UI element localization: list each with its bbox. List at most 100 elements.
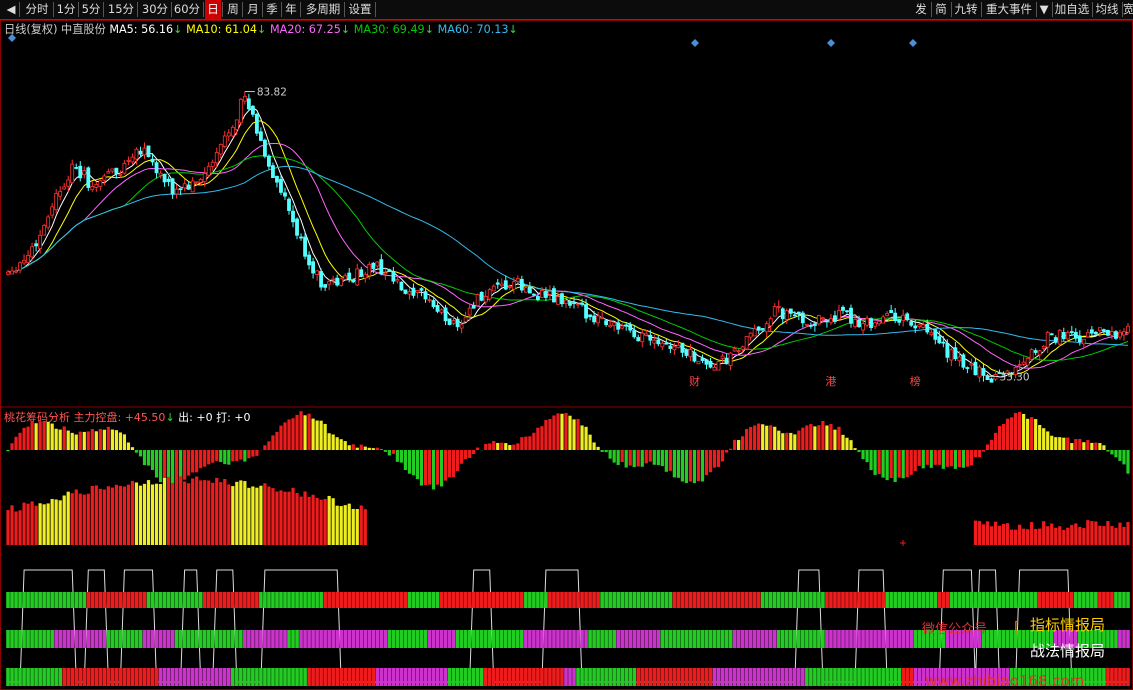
oscillator-bar <box>588 434 592 450</box>
strip-cell <box>909 592 914 608</box>
candle-body <box>708 360 713 368</box>
strip-cell <box>660 668 665 686</box>
oscillator-bar <box>741 436 745 450</box>
strip-cell <box>483 668 488 686</box>
ma10-line <box>7 120 1129 376</box>
strip-cell <box>624 592 629 608</box>
toolbar-season-button[interactable]: 季 <box>264 0 280 19</box>
strip-cell <box>1025 630 1030 648</box>
strip-cell <box>600 668 604 686</box>
strip-cell <box>516 668 520 686</box>
strip-cell <box>106 668 111 686</box>
toolbar-fenshi-button[interactable]: 分时 <box>22 0 52 19</box>
toolbar-junxian-button[interactable]: 均线 <box>1093 0 1121 19</box>
toolbar-dropdown-button[interactable]: ▼ <box>1037 0 1051 19</box>
toolbar-day-button[interactable]: 日 <box>205 0 221 19</box>
strip-cell <box>226 592 231 608</box>
chip-bar <box>114 484 118 545</box>
candle-body <box>439 309 444 313</box>
candle-body <box>941 341 946 344</box>
strip-cell <box>1090 668 1094 686</box>
oscillator-bar <box>909 450 913 475</box>
strip-cell <box>1110 592 1114 608</box>
strip-cell <box>1118 630 1122 648</box>
strip-cell <box>303 630 307 648</box>
toolbar-jian-button[interactable]: 简 <box>932 0 950 19</box>
toolbar-multi-button[interactable]: 多周期 <box>303 0 343 19</box>
oscillator-bar <box>335 437 339 450</box>
strip-cell <box>503 668 508 686</box>
oscillator-bar <box>375 447 379 450</box>
strip-cell <box>231 592 235 608</box>
candle-body <box>564 299 568 304</box>
candle-body <box>760 328 765 330</box>
toolbar-m1-button[interactable]: 1分 <box>55 0 77 19</box>
toolbar-m15-button[interactable]: 15分 <box>106 0 136 19</box>
strip-cell <box>367 668 372 686</box>
strip-cell <box>857 592 861 608</box>
strip-cell <box>110 668 115 686</box>
strip-cell <box>740 668 745 686</box>
strip-cell <box>347 668 352 686</box>
strip-cell <box>423 668 428 686</box>
candle-body <box>704 359 709 365</box>
strip-cell <box>263 592 267 608</box>
toolbar-addfav-button[interactable]: 加自选 <box>1053 0 1091 19</box>
chip-bar <box>1126 522 1130 545</box>
strip-cell <box>218 668 223 686</box>
candle-body <box>234 119 239 130</box>
oscillator-bar <box>1022 413 1026 450</box>
oscillator-bar <box>191 450 195 473</box>
strip-cell <box>62 630 67 648</box>
toolbar-week-button[interactable]: 周 <box>225 0 241 19</box>
toolbar-back-button[interactable]: ◀ <box>4 0 18 19</box>
chip-bar <box>223 478 227 545</box>
strip-cell <box>941 592 946 608</box>
strip-cell <box>339 630 343 648</box>
toolbar-separator <box>344 2 345 17</box>
strip-cell <box>768 668 773 686</box>
oscillator-bar <box>343 441 347 450</box>
toolbar-events-button[interactable]: 重大事件 <box>983 0 1035 19</box>
strip-cell <box>311 630 315 648</box>
strip-cell <box>560 668 564 686</box>
oscillator-bar <box>223 450 227 465</box>
toolbar-m5-button[interactable]: 5分 <box>80 0 102 19</box>
chip-bar <box>22 502 26 545</box>
oscillator-bar <box>700 450 705 482</box>
candle-body <box>411 287 416 296</box>
strip-cell <box>680 592 685 608</box>
toolbar-m30-button[interactable]: 30分 <box>140 0 170 19</box>
strip-cell <box>612 668 616 686</box>
chip-bar <box>1013 529 1018 545</box>
toolbar-fa-button[interactable]: 发 <box>912 0 930 19</box>
chip-bar <box>1102 526 1106 545</box>
candle-body <box>226 132 231 137</box>
strip-cell <box>174 592 179 608</box>
strip-cell <box>170 668 175 686</box>
toolbar-year-button[interactable]: 年 <box>283 0 299 19</box>
toolbar-jiuzhuan-button[interactable]: 九转 <box>952 0 980 19</box>
strip-cell <box>106 630 111 648</box>
chip-bar <box>993 521 998 545</box>
strip-cell <box>327 668 331 686</box>
toolbar-settings-button[interactable]: 设置 <box>346 0 374 19</box>
strip-cell <box>652 592 657 608</box>
candle-body <box>507 285 512 288</box>
strip-cell <box>54 668 58 686</box>
strip-cell <box>772 592 777 608</box>
strip-cell <box>704 668 709 686</box>
strip-cell <box>780 630 785 648</box>
toolbar-more-button[interactable]: 宽 <box>1123 0 1133 19</box>
strip-cell <box>327 630 331 648</box>
toolbar-month-button[interactable]: 月 <box>245 0 261 19</box>
watermark-title-2: 战法情报局 <box>1030 642 1105 660</box>
oscillator-bar <box>753 425 757 450</box>
oscillator-bar <box>921 450 925 469</box>
oscillator-bar <box>263 445 267 450</box>
strip-cell <box>307 630 311 648</box>
chip-bar <box>315 497 319 545</box>
oscillator-bar <box>38 421 42 450</box>
toolbar-m60-button[interactable]: 60分 <box>172 0 202 19</box>
strip-cell <box>1045 592 1050 608</box>
